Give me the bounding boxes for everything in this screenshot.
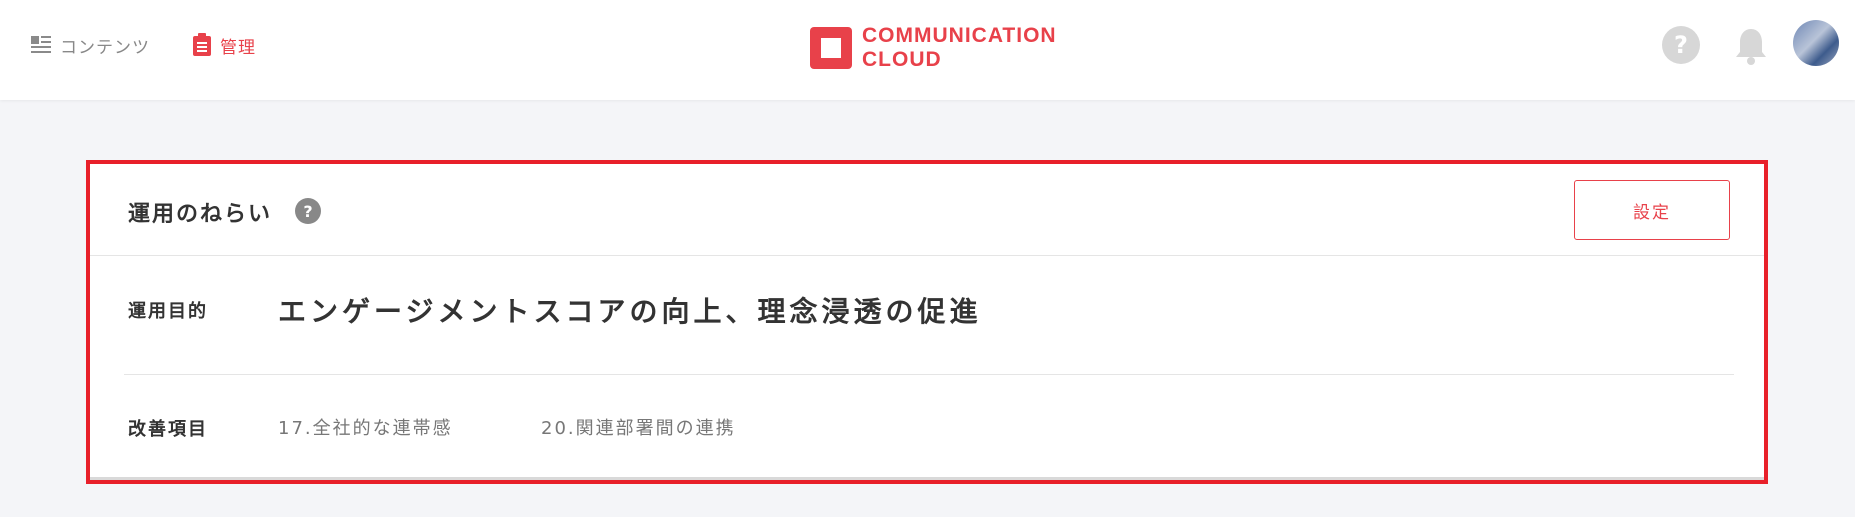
bell-icon[interactable] [1732, 26, 1770, 66]
clipboard-icon [193, 33, 211, 56]
nav-contents[interactable]: コンテンツ [30, 30, 150, 60]
help-icon[interactable]: ? [1662, 26, 1700, 64]
avatar[interactable] [1793, 20, 1839, 66]
card-header: 運用のねらい ? 設定 [90, 164, 1764, 256]
improvement-label: 改善項目 [128, 419, 208, 440]
card-title: 運用のねらい [128, 202, 273, 227]
improvement-item: 17.全社的な連帯感 [278, 418, 453, 439]
top-header: コンテンツ 管理 COMMUNICATION CLOUD ? [0, 0, 1855, 100]
help-icon[interactable]: ? [295, 198, 321, 224]
nav-admin[interactable]: 管理 [192, 30, 256, 60]
operation-goal-card: 運用のねらい ? 設定 運用目的 エンゲージメントスコアの向上、理念浸透の促進 … [86, 160, 1768, 484]
list-icon [31, 36, 51, 53]
purpose-value: エンゲージメントスコアの向上、理念浸透の促進 [278, 295, 982, 328]
nav-contents-label: コンテンツ [60, 37, 150, 58]
divider [124, 374, 1734, 375]
logo-mark-icon [810, 27, 852, 69]
settings-button[interactable]: 設定 [1574, 180, 1730, 240]
nav-admin-label: 管理 [220, 37, 256, 58]
improvement-item: 20.関連部署間の連携 [541, 418, 736, 439]
card-bottom-border [90, 477, 1764, 480]
logo-text: COMMUNICATION CLOUD [862, 24, 1057, 71]
app-logo[interactable]: COMMUNICATION CLOUD [810, 24, 1057, 72]
purpose-label: 運用目的 [128, 301, 208, 322]
